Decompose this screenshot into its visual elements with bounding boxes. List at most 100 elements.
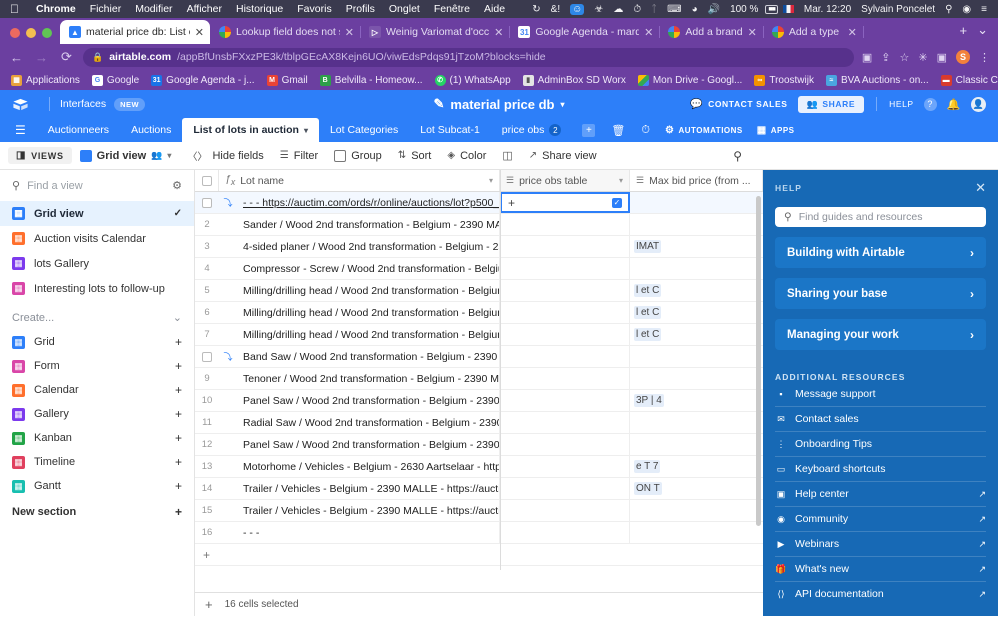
table-row[interactable]: 2 Sander / Wood 2nd transformation - Bel… <box>195 214 763 236</box>
expand-record-icon[interactable] <box>219 390 237 411</box>
cell-lot-name[interactable]: Trailer / Vehicles - Belgium - 2390 MALL… <box>237 500 500 521</box>
sort-button[interactable]: ⇅ Sort <box>390 147 440 165</box>
vertical-scrollbar[interactable] <box>756 196 761 526</box>
cell-max-bid[interactable] <box>630 258 763 279</box>
chevron-right-icon[interactable]: › <box>970 246 974 260</box>
bookmark-gmail[interactable]: M Gmail <box>262 74 313 87</box>
bluetooth-icon[interactable]: ᛏ <box>646 4 662 15</box>
table-list-hamburger-icon[interactable]: ☰ <box>4 118 37 142</box>
menu-chrome[interactable]: Chrome <box>29 3 83 15</box>
expand-record-icon[interactable] <box>219 412 237 433</box>
contact-sales-button[interactable]: 💬 CONTACT SALES <box>690 99 787 110</box>
table-row[interactable]: 13 Motorhome / Vehicles - Belgium - 2630… <box>195 456 763 478</box>
cell-max-bid[interactable]: 3P | 4 <box>630 390 763 411</box>
find-view-row[interactable]: ⚲ Find a view ⚙ <box>0 170 194 201</box>
create-timeline[interactable]: ▦ Timeline + <box>0 450 194 474</box>
table-row[interactable]: 11 Radial Saw / Wood 2nd transformation … <box>195 412 763 434</box>
sidebar-view-auction-visits-calendar[interactable]: ▦ Auction visits Calendar <box>0 226 194 251</box>
resource-webinars[interactable]: ▶ Webinars ↗ <box>775 532 986 557</box>
menu-fenetre[interactable]: Fenêtre <box>427 3 477 15</box>
cell-max-bid[interactable] <box>630 346 763 367</box>
spotlight-search-icon[interactable]: ⚲ <box>940 4 957 15</box>
expand-record-icon[interactable] <box>219 324 237 345</box>
resource-keyboard-shortcuts[interactable]: ▭ Keyboard shortcuts <box>775 457 986 482</box>
bookmark-belvilla[interactable]: B Belvilla - Homeow... <box>315 74 428 87</box>
table-tab-auctions[interactable]: Auctions <box>120 118 182 142</box>
cell-price-obs[interactable] <box>500 302 630 323</box>
expand-record-icon[interactable]: ⤵ <box>219 192 237 213</box>
table-row[interactable]: 4 Compressor - Screw / Wood 2nd transfor… <box>195 258 763 280</box>
cell-price-obs[interactable] <box>500 478 630 499</box>
expand-record-icon[interactable] <box>219 500 237 521</box>
cell-max-bid[interactable] <box>630 522 763 543</box>
create-form[interactable]: ▦ Form + <box>0 354 194 378</box>
menu-profils[interactable]: Profils <box>339 3 382 15</box>
cell-max-bid[interactable] <box>630 412 763 433</box>
close-icon[interactable]: ✕ <box>748 26 757 39</box>
sidebar-view-lots-gallery[interactable]: ▦ lots Gallery <box>0 251 194 276</box>
chrome-menu-icon[interactable]: ⋮ <box>979 51 990 64</box>
filter-button[interactable]: ☰ Filter <box>272 147 326 165</box>
add-icon[interactable]: + <box>175 335 182 349</box>
shield-icon[interactable]: ☣ <box>589 4 608 15</box>
cell-max-bid[interactable]: l et C <box>630 302 763 323</box>
share-icon[interactable]: ⇪ <box>881 51 890 64</box>
cell-max-bid[interactable]: IMAT <box>630 236 763 257</box>
bookmark-google-agenda[interactable]: 31 Google Agenda - j... <box>146 74 259 87</box>
side-panel-icon[interactable]: ▣ <box>937 51 947 64</box>
table-row[interactable]: 12 Panel Saw / Wood 2nd transformation -… <box>195 434 763 456</box>
help-button[interactable]: HELP <box>889 99 914 109</box>
chevron-right-icon[interactable]: › <box>970 287 974 301</box>
table-tab-auctionneers[interactable]: Auctionneers <box>37 118 120 142</box>
cell-price-obs[interactable] <box>500 412 630 433</box>
menu-afficher[interactable]: Afficher <box>180 3 229 15</box>
bookmark-applications[interactable]: ▦ Applications <box>6 74 85 87</box>
create-calendar[interactable]: ▦ Calendar + <box>0 378 194 402</box>
browser-tab-6[interactable]: Add a type ✕ <box>763 20 864 44</box>
create-gallery[interactable]: ▦ Gallery + <box>0 402 194 426</box>
expand-record-icon[interactable] <box>219 522 237 543</box>
cell-lot-name[interactable]: Trailer / Vehicles - Belgium - 2390 MALL… <box>237 478 500 499</box>
table-row[interactable]: 15 Trailer / Vehicles - Belgium - 2390 M… <box>195 500 763 522</box>
cell-price-obs[interactable] <box>500 280 630 301</box>
cloud-icon[interactable]: ☁ <box>608 4 628 15</box>
new-tab-button[interactable]: + <box>960 23 968 38</box>
cell-price-obs[interactable] <box>500 324 630 345</box>
bookmark-google[interactable]: G Google <box>87 74 144 87</box>
apps-button[interactable]: ▦ APPS <box>750 125 802 136</box>
help-card-building-with-airtable[interactable]: Building with Airtable › <box>775 237 986 269</box>
table-row[interactable]: 6 Milling/drilling head / Wood 2nd trans… <box>195 302 763 324</box>
bookmark-troostwijk[interactable]: ∞ Troostwijk <box>749 74 819 87</box>
chevron-down-icon[interactable]: ▾ <box>619 176 623 185</box>
cell-max-bid[interactable]: l et C <box>630 324 763 345</box>
cell-price-obs[interactable] <box>500 522 630 543</box>
menu-favoris[interactable]: Favoris <box>290 3 338 15</box>
column-header-max-bid-price[interactable]: ☰ Max bid price (from ... <box>630 170 763 191</box>
browser-tab-2[interactable]: Lookup field does not syn ✕ <box>210 20 361 44</box>
table-row[interactable]: 9 Tenoner / Wood 2nd transformation - Be… <box>195 368 763 390</box>
help-question-icon[interactable]: ? <box>923 97 937 111</box>
minimize-window-button[interactable] <box>26 28 36 38</box>
add-link-plus[interactable]: + <box>508 196 515 210</box>
airtable-logo-icon[interactable] <box>12 97 29 112</box>
hide-fields-button[interactable]: 〈〉 Hide fields <box>179 145 271 166</box>
create-gantt[interactable]: ▦ Gantt + <box>0 474 194 498</box>
add-record-button[interactable]: + <box>205 597 213 612</box>
cell-max-bid[interactable] <box>630 214 763 235</box>
cell-max-bid[interactable] <box>630 368 763 389</box>
menu-fichier[interactable]: Fichier <box>83 3 129 15</box>
cell-price-obs[interactable] <box>500 456 630 477</box>
cell-lot-name[interactable]: Sander / Wood 2nd transformation - Belgi… <box>237 214 500 235</box>
select-all-checkbox[interactable] <box>195 170 219 191</box>
menubar-clock[interactable]: Mar. 12:20 <box>799 4 856 15</box>
close-icon[interactable]: ✕ <box>195 26 204 39</box>
chevron-down-icon[interactable]: ⌄ <box>173 311 182 324</box>
add-icon[interactable]: + <box>175 455 182 469</box>
cell-max-bid[interactable] <box>630 500 763 521</box>
row-height-button[interactable]: ◫ <box>494 146 520 165</box>
table-tab-lot-subcat-1[interactable]: Lot Subcat-1 <box>409 118 491 142</box>
views-toggle-button[interactable]: ◨ VIEWS <box>8 147 72 164</box>
resource-help-center[interactable]: ▣ Help center ↗ <box>775 482 986 507</box>
control-center-icon[interactable]: ≡ <box>976 4 992 15</box>
refresh-icon[interactable]: ↻ <box>527 4 545 15</box>
